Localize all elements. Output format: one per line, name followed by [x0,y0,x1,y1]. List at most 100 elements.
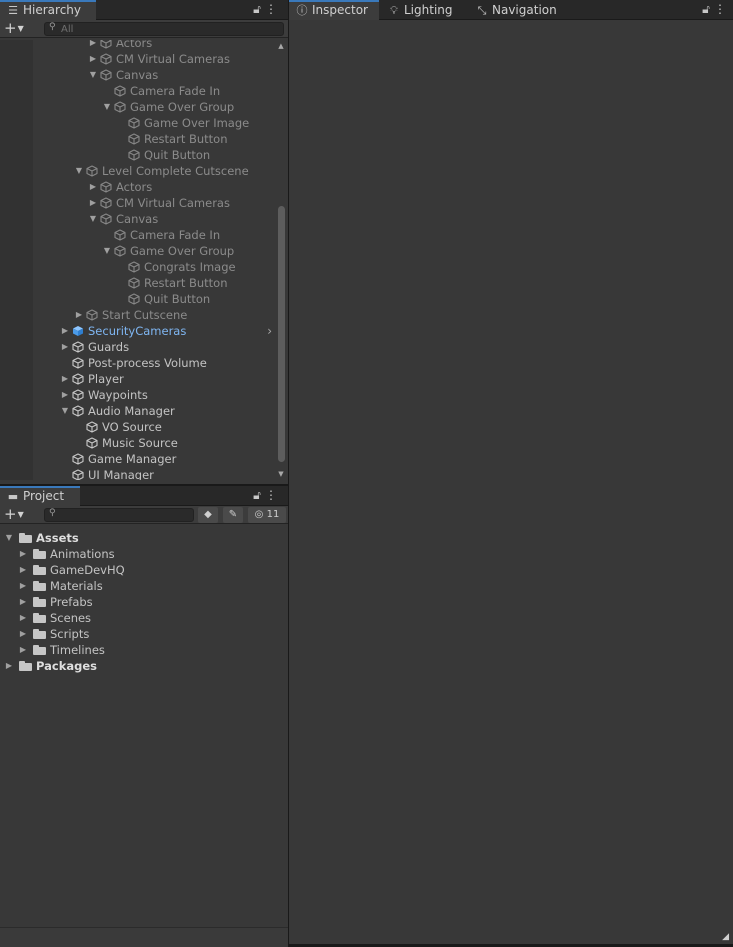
hierarchy-row[interactable]: Music Source [0,435,276,451]
collapsed-arrow-icon[interactable]: ▶ [60,339,70,355]
hierarchy-row[interactable]: VO Source [0,419,276,435]
hierarchy-row[interactable]: Game Manager [0,451,276,467]
hierarchy-row[interactable]: ▼ Game Over Group [0,99,276,115]
lock-icon[interactable]: 🔓︎ [250,488,264,503]
hierarchy-row[interactable]: ▼ Game Over Group [0,243,276,259]
project-toolbar: +▼ ⚲ ◆ ✎ ◎ 11 [0,506,288,524]
search-by-type-icon[interactable]: ◆ [198,507,218,523]
create-asset-button[interactable]: +▼ [4,506,34,524]
collapsed-arrow-icon[interactable]: ▶ [88,51,98,67]
hierarchy-row[interactable]: ▼ Canvas [0,67,276,83]
hierarchy-row[interactable]: ▶ Actors [0,40,276,51]
hierarchy-row[interactable]: Game Over Image [0,115,276,131]
tab-label: Inspector [312,3,368,17]
hierarchy-row[interactable]: ▶ SecurityCameras › [0,323,276,339]
project-folder-item[interactable]: ▼ Assets [0,530,288,546]
collapsed-arrow-icon[interactable]: ▶ [60,323,70,339]
collapsed-arrow-icon[interactable]: ▶ [4,658,14,674]
hierarchy-row[interactable]: ▶ Waypoints [0,387,276,403]
expanded-arrow-icon[interactable]: ▼ [60,403,70,419]
hierarchy-row[interactable]: Post-process Volume [0,355,276,371]
collapsed-arrow-icon[interactable]: ▶ [18,578,28,594]
collapsed-arrow-icon[interactable]: ▶ [60,371,70,387]
expanded-arrow-icon[interactable]: ▼ [102,243,112,259]
project-folder-item[interactable]: ▶ Prefabs [0,594,288,610]
tab-hierarchy[interactable]: ☰ Hierarchy [0,0,96,20]
hierarchy-row[interactable]: Restart Button [0,131,276,147]
folder-icon [33,549,46,559]
collapsed-arrow-icon[interactable]: ▶ [74,307,84,323]
expanded-arrow-icon[interactable]: ▼ [74,163,84,179]
hierarchy-row-label: Canvas [116,68,159,82]
hierarchy-row[interactable]: ▼ Audio Manager [0,403,276,419]
inspector-panel: 🔓︎ ⋮ ⓘ Inspector 💡︎ Lighting ⤡ Navigation ◢ [289,0,733,944]
hierarchy-tab-bar: ☰ Hierarchy 🔓︎ ⋮ [0,0,288,20]
tab-inspector[interactable]: ⓘ Inspector [289,0,379,20]
collapsed-arrow-icon[interactable]: ▶ [88,40,98,51]
folder-icon [33,645,46,655]
project-folder-item[interactable]: ▶ Animations [0,546,288,562]
project-search-field[interactable]: ⚲ [44,508,194,522]
create-button[interactable]: +▼ [4,20,34,38]
tab-navigation[interactable]: ⤡ Navigation [469,0,569,20]
hierarchy-row-label: Level Complete Cutscene [102,164,249,178]
expanded-arrow-icon[interactable]: ▼ [4,530,14,546]
tab-project[interactable]: ▬ Project [0,486,80,506]
hierarchy-search-field[interactable]: ⚲ [44,22,284,36]
hierarchy-search-input[interactable] [61,23,281,35]
collapsed-arrow-icon[interactable]: ▶ [18,546,28,562]
collapsed-arrow-icon[interactable]: ▶ [18,594,28,610]
scroll-down-arrow-icon[interactable]: ▼ [276,470,286,478]
more-options-icon[interactable]: ⋮ [264,488,278,502]
gameobject-cube-icon [128,277,140,289]
hidden-eye-icon: ◎ [254,509,264,520]
more-options-icon[interactable]: ⋮ [713,2,727,16]
project-folder-item[interactable]: ▶ Packages [0,658,288,674]
scrollbar-thumb[interactable] [278,206,285,462]
collapsed-arrow-icon[interactable]: ▶ [88,195,98,211]
hierarchy-row[interactable]: Camera Fade In [0,227,276,243]
search-by-label-icon[interactable]: ✎ [223,507,243,523]
expanded-arrow-icon[interactable]: ▼ [88,67,98,83]
hierarchy-row[interactable]: ▶ CM Virtual Cameras [0,51,276,67]
project-search-input[interactable] [61,509,191,521]
collapsed-arrow-icon[interactable]: ▶ [18,626,28,642]
project-folder-item[interactable]: ▶ GameDevHQ [0,562,288,578]
hierarchy-row[interactable]: ▶ Player [0,371,276,387]
hierarchy-row[interactable]: Camera Fade In [0,83,276,99]
hierarchy-row-label: CM Virtual Cameras [116,196,230,210]
hierarchy-row[interactable]: ▶ Actors [0,179,276,195]
project-folder-item[interactable]: ▶ Scenes [0,610,288,626]
hierarchy-row[interactable]: Restart Button [0,275,276,291]
collapsed-arrow-icon[interactable]: ▶ [18,610,28,626]
collapsed-arrow-icon[interactable]: ▶ [18,642,28,658]
open-prefab-chevron-icon[interactable]: › [267,323,272,339]
project-folder-item[interactable]: ▶ Timelines [0,642,288,658]
hierarchy-row[interactable]: ▼ Level Complete Cutscene [0,163,276,179]
hierarchy-row-label: VO Source [102,420,162,434]
hierarchy-row[interactable]: ▶ Guards [0,339,276,355]
lock-icon[interactable]: 🔓︎ [250,2,264,17]
hierarchy-row[interactable]: Congrats Image [0,259,276,275]
scroll-up-arrow-icon[interactable]: ▲ [276,42,286,50]
project-folder-item[interactable]: ▶ Scripts [0,626,288,642]
hierarchy-row[interactable]: Quit Button [0,147,276,163]
hierarchy-row[interactable]: UI Manager [0,467,276,480]
collapsed-arrow-icon[interactable]: ▶ [88,179,98,195]
hierarchy-row[interactable]: ▶ CM Virtual Cameras [0,195,276,211]
expanded-arrow-icon[interactable]: ▼ [88,211,98,227]
hierarchy-row[interactable]: ▼ Canvas [0,211,276,227]
collapsed-arrow-icon[interactable]: ▶ [60,387,70,403]
folder-icon [33,629,46,639]
folder-icon [33,565,46,575]
collapsed-arrow-icon[interactable]: ▶ [18,562,28,578]
expanded-arrow-icon[interactable]: ▼ [102,99,112,115]
lock-icon[interactable]: 🔓︎ [699,2,713,17]
project-folder-item[interactable]: ▶ Materials [0,578,288,594]
tab-lighting[interactable]: 💡︎ Lighting [381,0,467,20]
hierarchy-scrollbar[interactable]: ▲ ▼ [276,42,286,478]
more-options-icon[interactable]: ⋮ [264,2,278,16]
hierarchy-row[interactable]: ▶ Start Cutscene [0,307,276,323]
hidden-packages-button[interactable]: ◎ 11 [248,507,286,523]
hierarchy-row[interactable]: Quit Button [0,291,276,307]
